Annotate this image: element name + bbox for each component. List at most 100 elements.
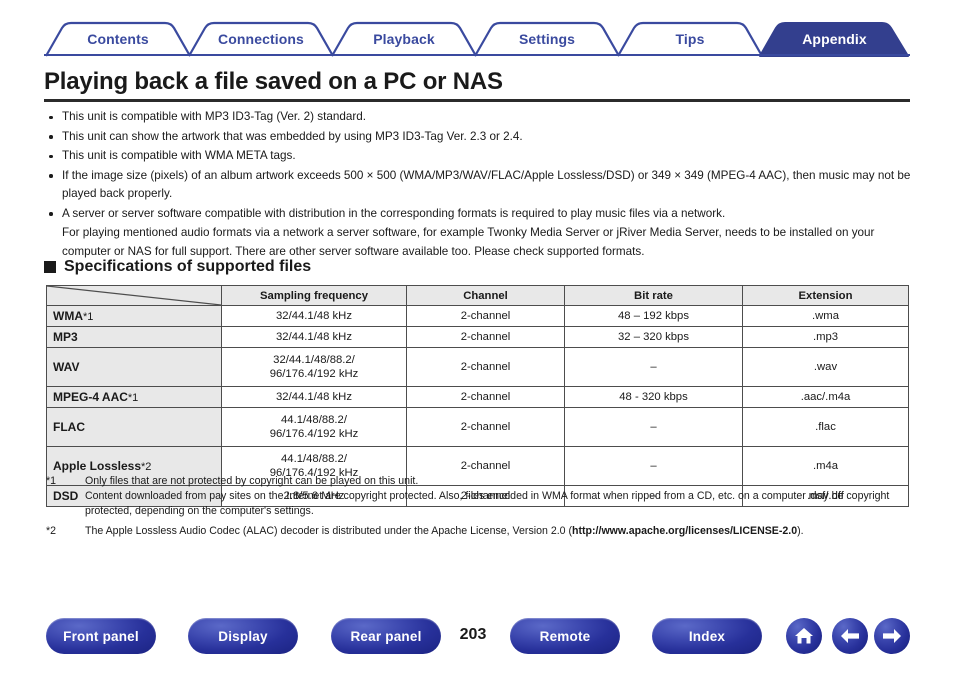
format-name: WMA	[53, 309, 83, 323]
footnote-1-mark: *1	[46, 475, 57, 487]
table-row: MPEG-4 AAC*1 32/44.1/48 kHz 2-channel 48…	[46, 386, 909, 408]
section-heading: Specifications of supported files	[44, 258, 311, 276]
apache-license-link[interactable]: http://www.apache.org/licenses/LICENSE-2…	[572, 525, 797, 537]
home-button[interactable]	[786, 618, 822, 654]
format-name: MPEG-4 AAC	[53, 390, 128, 404]
notes-list: This unit is compatible with MP3 ID3-Tag…	[46, 108, 914, 261]
remote-button-label: Remote	[539, 628, 591, 644]
list-item: This unit can show the artwork that was …	[46, 128, 914, 147]
list-item-text: This unit is compatible with MP3 ID3-Tag…	[62, 110, 367, 123]
table-row: WAV 32/44.1/48/88.2/ 96/176.4/192 kHz 2-…	[46, 347, 909, 387]
cell-channel: 2-channel	[406, 326, 565, 348]
cell-channel: 2-channel	[406, 386, 565, 408]
cell-extension: .wav	[742, 347, 909, 387]
bullet-dot-icon	[49, 212, 53, 216]
cell-format: MP3	[46, 326, 222, 348]
footnotes: *1 Only files that are not protected by …	[46, 474, 914, 541]
format-name: MP3	[53, 330, 78, 344]
front-panel-button-label: Front panel	[63, 628, 139, 644]
format-footnote-mark: *2	[141, 461, 152, 473]
forward-button[interactable]	[874, 618, 910, 654]
cell-extension: .flac	[742, 407, 909, 447]
tab-label-contents: Contents	[87, 31, 149, 47]
table-row: WMA*1 32/44.1/48 kHz 2-channel 48 – 192 …	[46, 305, 909, 327]
tab-playback[interactable]: Playback	[330, 21, 478, 57]
cell-extension: .mp3	[742, 326, 909, 348]
format-name: FLAC	[53, 420, 85, 434]
format-footnote-mark: *1	[127, 392, 139, 404]
page-number: 203	[459, 626, 487, 643]
back-button[interactable]	[832, 618, 868, 654]
bullet-dot-icon	[49, 154, 53, 158]
section-heading-text: Specifications of supported files	[64, 258, 312, 275]
cell-format: WMA*1	[46, 305, 222, 327]
format-footnote-mark: *1	[83, 311, 94, 323]
cell-sampling: 32/44.1/48 kHz	[221, 305, 407, 327]
tab-label-appendix: Appendix	[802, 31, 867, 47]
display-button-label: Display	[218, 628, 268, 644]
tab-label-playback: Playback	[373, 31, 435, 47]
list-item: If the image size (pixels) of an album a…	[46, 167, 914, 204]
footnote-2-text: The Apple Lossless Audio Codec (ALAC) de…	[85, 524, 914, 539]
footer-bar: Front panel Display Rear panel 203 Remot…	[0, 618, 954, 658]
page-title: Playing back a file saved on a PC or NAS	[44, 68, 503, 95]
footnote-2-post: ).	[797, 525, 804, 537]
square-bullet-icon	[44, 261, 56, 273]
cell-bitrate: 48 – 192 kbps	[564, 305, 743, 327]
format-name: Apple Lossless	[53, 459, 142, 473]
footnote-2-mark: *2	[46, 525, 57, 537]
bullet-dot-icon	[49, 115, 53, 119]
list-item: This unit is compatible with MP3 ID3-Tag…	[46, 108, 914, 127]
list-item-text: This unit can show the artwork that was …	[62, 129, 523, 143]
tab-tips[interactable]: Tips	[616, 21, 764, 57]
cell-extension: .wma	[742, 305, 909, 327]
rear-panel-button-label: Rear panel	[350, 628, 422, 644]
cell-format: FLAC	[46, 407, 222, 447]
title-divider	[44, 99, 910, 102]
list-item: This unit is compatible with WMA META ta…	[46, 147, 914, 166]
list-item-text: If the image size (pixels) of an album a…	[62, 168, 911, 201]
footnote-1-line1: Only files that are not protected by cop…	[85, 475, 419, 487]
tab-appendix[interactable]: Appendix	[759, 22, 910, 57]
cell-bitrate: 48 - 320 kbps	[564, 386, 743, 408]
index-button[interactable]: Index	[652, 618, 762, 654]
list-item-text: A server or server software compatible w…	[62, 206, 726, 220]
front-panel-button[interactable]: Front panel	[46, 618, 156, 654]
cell-bitrate: –	[564, 347, 743, 387]
arrow-right-icon	[883, 629, 901, 643]
tab-label-connections: Connections	[218, 31, 304, 47]
table-row: MP3 32/44.1/48 kHz 2-channel 32 – 320 kb…	[46, 326, 909, 348]
cell-sampling: 32/44.1/48 kHz	[221, 326, 407, 348]
tab-settings[interactable]: Settings	[473, 21, 621, 57]
footnote-2: *2 The Apple Lossless Audio Codec (ALAC)…	[46, 524, 914, 539]
tab-contents[interactable]: Contents	[44, 21, 192, 57]
cell-extension: .aac/.m4a	[742, 386, 909, 408]
cell-channel: 2-channel	[406, 407, 565, 447]
cell-bitrate: 32 – 320 kbps	[564, 326, 743, 348]
column-header-bit-rate: Bit rate	[564, 285, 743, 306]
display-button[interactable]: Display	[188, 618, 298, 654]
cell-sampling: 32/44.1/48 kHz	[221, 386, 407, 408]
index-button-label: Index	[688, 628, 726, 644]
cell-format: MPEG-4 AAC*1	[46, 386, 222, 408]
footnote-2-pre: The Apple Lossless Audio Codec (ALAC) de…	[85, 525, 573, 537]
column-header-channel: Channel	[406, 285, 565, 306]
tab-bar: Contents Connections Playback Settings T…	[44, 21, 910, 57]
table-corner-cell	[46, 285, 222, 306]
cell-bitrate: –	[564, 407, 743, 447]
remote-button[interactable]: Remote	[510, 618, 620, 654]
home-icon	[795, 628, 813, 644]
cell-channel: 2-channel	[406, 305, 565, 327]
table-header-row: Sampling frequency Channel Bit rate Exte…	[46, 285, 909, 306]
sub-paragraph: For playing mentioned audio formats via …	[62, 226, 875, 258]
bullet-dot-icon	[49, 174, 53, 178]
format-name: WAV	[53, 360, 80, 374]
rear-panel-button[interactable]: Rear panel	[331, 618, 441, 654]
bullet-dot-icon	[49, 135, 53, 139]
cell-sampling: 44.1/48/88.2/ 96/176.4/192 kHz	[221, 407, 407, 447]
arrow-left-icon	[841, 629, 859, 643]
tab-connections[interactable]: Connections	[187, 21, 335, 57]
tab-label-tips: Tips	[675, 31, 705, 47]
cell-format: WAV	[46, 347, 222, 387]
footnote-1: *1 Only files that are not protected by …	[46, 474, 914, 519]
